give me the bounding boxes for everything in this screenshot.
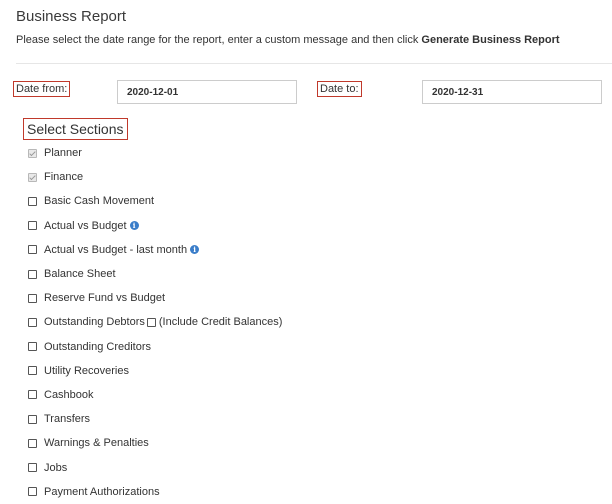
section-item: Actual vs Budget - last month i: [28, 238, 282, 262]
section-label[interactable]: Warnings & Penalties: [44, 437, 149, 449]
section-checkbox[interactable]: [28, 390, 37, 400]
header-divider: [16, 63, 612, 64]
section-item: Outstanding Creditors: [28, 335, 282, 359]
section-checkbox[interactable]: [28, 196, 37, 206]
section-item: Actual vs Budget i: [28, 214, 282, 238]
section-checkbox[interactable]: [28, 317, 37, 327]
section-checkbox: [28, 172, 37, 182]
section-checkbox[interactable]: [28, 245, 37, 255]
date-to-input[interactable]: [422, 80, 602, 104]
section-checkbox[interactable]: [28, 414, 37, 424]
section-checkbox: [28, 148, 37, 158]
section-item: Utility Recoveries: [28, 359, 282, 383]
section-checkbox[interactable]: [28, 221, 37, 231]
section-label[interactable]: Payment Authorizations: [44, 486, 160, 498]
section-checkbox[interactable]: [28, 342, 37, 352]
section-item: Transfers: [28, 407, 282, 431]
section-item: Outstanding Debtors (Include Credit Balan…: [28, 310, 282, 334]
section-label[interactable]: Actual vs Budget - last month: [44, 244, 187, 256]
date-from-input[interactable]: [117, 80, 297, 104]
select-sections-heading: Select Sections: [23, 118, 128, 140]
info-icon[interactable]: i: [190, 245, 200, 255]
section-label[interactable]: Finance: [44, 171, 83, 183]
section-label[interactable]: Cashbook: [44, 389, 94, 401]
section-item: Planner: [28, 141, 282, 165]
section-label[interactable]: Utility Recoveries: [44, 365, 129, 377]
page-title: Business Report: [16, 8, 127, 25]
section-item: Balance Sheet: [28, 262, 282, 286]
info-icon[interactable]: i: [129, 221, 139, 231]
section-item: Basic Cash Movement: [28, 189, 282, 213]
section-checkbox[interactable]: [28, 487, 37, 497]
section-label[interactable]: Actual vs Budget: [44, 220, 127, 232]
section-checkbox[interactable]: [28, 293, 37, 303]
section-checkbox[interactable]: [28, 438, 37, 448]
instructions-text: Please select the date range for the rep…: [16, 34, 560, 46]
section-label[interactable]: Planner: [44, 147, 82, 159]
section-label[interactable]: Jobs: [44, 462, 67, 474]
section-item: Cashbook: [28, 383, 282, 407]
include-credit-balances-label[interactable]: (Include Credit Balances): [159, 316, 283, 328]
section-checkbox-list: Planner Finance Basic Cash Movement Actual …: [28, 141, 282, 504]
section-label[interactable]: Balance Sheet: [44, 268, 116, 280]
section-label[interactable]: Transfers: [44, 413, 90, 425]
section-label[interactable]: Outstanding Creditors: [44, 341, 151, 353]
date-from-label: Date from:: [13, 81, 71, 97]
section-item: Finance: [28, 165, 282, 189]
section-label[interactable]: Basic Cash Movement: [44, 195, 154, 207]
include-credit-balances-checkbox[interactable]: [146, 317, 156, 327]
section-label[interactable]: Outstanding Debtors: [44, 316, 145, 328]
section-label[interactable]: Reserve Fund vs Budget: [44, 292, 165, 304]
section-item: Reserve Fund vs Budget: [28, 286, 282, 310]
section-item: Jobs: [28, 455, 282, 479]
instructions-prefix: Please select the date range for the rep…: [16, 34, 422, 46]
section-item: Payment Authorizations: [28, 480, 282, 504]
section-checkbox[interactable]: [28, 366, 37, 376]
date-to-label: Date to:: [317, 81, 362, 97]
section-checkbox[interactable]: [28, 463, 37, 473]
section-item: Warnings & Penalties: [28, 431, 282, 455]
instructions-action-name: Generate Business Report: [421, 34, 560, 46]
section-checkbox[interactable]: [28, 269, 37, 279]
